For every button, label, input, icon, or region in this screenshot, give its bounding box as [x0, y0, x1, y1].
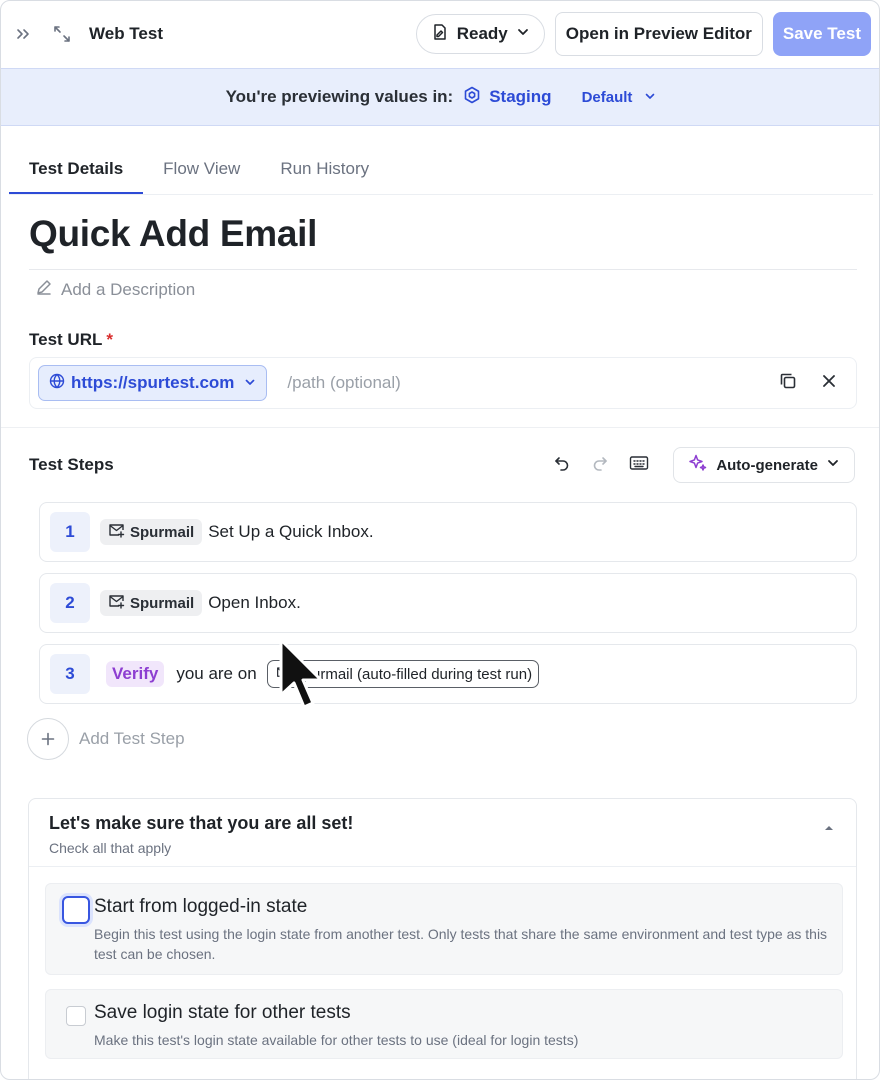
chevron-down-icon: [826, 456, 840, 474]
app-window: Web Test Ready Open in Preview Editor Sa…: [0, 0, 880, 1080]
status-label: Ready: [456, 24, 508, 43]
chevron-down-icon: [644, 89, 656, 106]
option-description: Make this test's login state available f…: [94, 1032, 579, 1048]
sparkle-icon: [688, 453, 708, 477]
tab-bar: Test Details Flow View Run History: [9, 147, 873, 195]
environment-icon: [463, 86, 481, 109]
option-description: Begin this test using the login state fr…: [94, 926, 828, 962]
tab-run-history[interactable]: Run History: [260, 147, 389, 194]
test-url-field: https://spurtest.com: [29, 357, 857, 409]
undo-icon[interactable]: [553, 454, 571, 477]
close-icon[interactable]: [822, 374, 836, 393]
step-number: 3: [50, 654, 90, 694]
page-title: Web Test: [89, 24, 163, 43]
chevron-down-icon: [244, 373, 256, 393]
test-step-3[interactable]: 3 Verify you are on Spurmail (auto-fille…: [39, 644, 857, 704]
verify-tag: Verify: [106, 661, 165, 687]
step-number: 2: [50, 583, 90, 623]
test-step-1[interactable]: 1 Spurmail Set Up a Quick Inbox.: [39, 502, 857, 562]
url-actions: [778, 371, 848, 396]
tab-flow-view[interactable]: Flow View: [143, 147, 260, 194]
variant-dropdown[interactable]: Default: [582, 89, 657, 106]
top-header: Web Test Ready Open in Preview Editor Sa…: [1, 1, 879, 67]
title-divider: [29, 269, 857, 270]
open-preview-editor-button[interactable]: Open in Preview Editor: [554, 12, 763, 56]
step-text: Open Inbox.: [208, 593, 301, 612]
add-step-label: Add Test Step: [79, 729, 185, 748]
environment-selector[interactable]: Staging: [463, 86, 552, 109]
option-title: Start from logged-in state: [94, 896, 308, 917]
setup-title: Let's make sure that you are all set!: [49, 813, 354, 833]
setup-header[interactable]: Let's make sure that you are all set! Ch…: [29, 799, 856, 867]
pencil-icon: [35, 278, 53, 301]
redo-icon[interactable]: [591, 454, 609, 477]
keyboard-icon[interactable]: [629, 455, 649, 476]
variable-pill[interactable]: Spurmail (auto-filled during test run): [266, 660, 540, 688]
option-title: Save login state for other tests: [94, 1002, 351, 1023]
test-url-label: Test URL *: [29, 330, 113, 350]
tag-label: Spurmail: [130, 594, 195, 612]
test-url-label-text: Test URL: [29, 330, 103, 349]
tag-label: Spurmail: [130, 523, 195, 541]
mail-icon: [108, 523, 125, 542]
banner-label: You're previewing values in:: [225, 87, 454, 106]
auto-generate-label: Auto-generate: [716, 456, 818, 474]
draft-icon: [431, 23, 449, 46]
expand-icon[interactable]: [51, 23, 73, 45]
option-save-login-state[interactable]: Save login state for other tests Make th…: [45, 989, 843, 1059]
steps-toolbar: Auto-generate: [553, 447, 855, 483]
plus-icon: [27, 718, 69, 760]
start-logged-in-checkbox[interactable]: [62, 896, 90, 924]
variant-label: Default: [581, 88, 633, 106]
chevron-up-icon[interactable]: [824, 819, 834, 837]
setup-checklist-card: Let's make sure that you are all set! Ch…: [28, 798, 857, 1079]
description-placeholder: Add a Description: [61, 279, 196, 299]
path-input[interactable]: [287, 373, 708, 393]
chevron-down-icon: [516, 24, 530, 44]
add-test-step-button[interactable]: Add Test Step: [27, 718, 185, 760]
section-divider: [1, 427, 879, 428]
test-name-title[interactable]: Quick Add Email: [29, 213, 317, 255]
spurmail-tag: Spurmail: [100, 590, 203, 616]
spurmail-tag: Spurmail: [100, 519, 203, 545]
mail-icon: [276, 666, 290, 683]
preview-banner: You're previewing values in: Staging Def…: [1, 68, 879, 126]
domain-dropdown[interactable]: https://spurtest.com: [38, 365, 268, 401]
copy-icon[interactable]: [778, 371, 798, 396]
test-step-2[interactable]: 2 Spurmail Open Inbox.: [39, 573, 857, 633]
step-number: 1: [50, 512, 90, 552]
auto-generate-button[interactable]: Auto-generate: [673, 447, 855, 483]
collapse-sidebar-icon[interactable]: [13, 24, 33, 44]
environment-name: Staging: [489, 87, 552, 106]
test-steps-heading: Test Steps: [29, 455, 114, 474]
step-text: Set Up a Quick Inbox.: [208, 522, 374, 541]
required-marker: *: [106, 330, 113, 349]
tab-test-details[interactable]: Test Details: [9, 147, 144, 194]
add-description-field[interactable]: Add a Description: [35, 278, 195, 301]
save-test-button[interactable]: Save Test: [772, 12, 871, 56]
save-login-state-checkbox[interactable]: [66, 1006, 86, 1026]
step-text: you are on: [176, 664, 257, 683]
globe-icon: [49, 373, 65, 394]
variable-label: Spurmail (auto-filled during test run): [293, 665, 533, 683]
domain-value: https://spurtest.com: [71, 373, 235, 392]
option-start-logged-in[interactable]: Start from logged-in state Begin this te…: [45, 883, 843, 975]
mail-icon: [108, 594, 125, 613]
status-dropdown[interactable]: Ready: [415, 14, 545, 54]
setup-subtitle: Check all that apply: [49, 840, 172, 856]
